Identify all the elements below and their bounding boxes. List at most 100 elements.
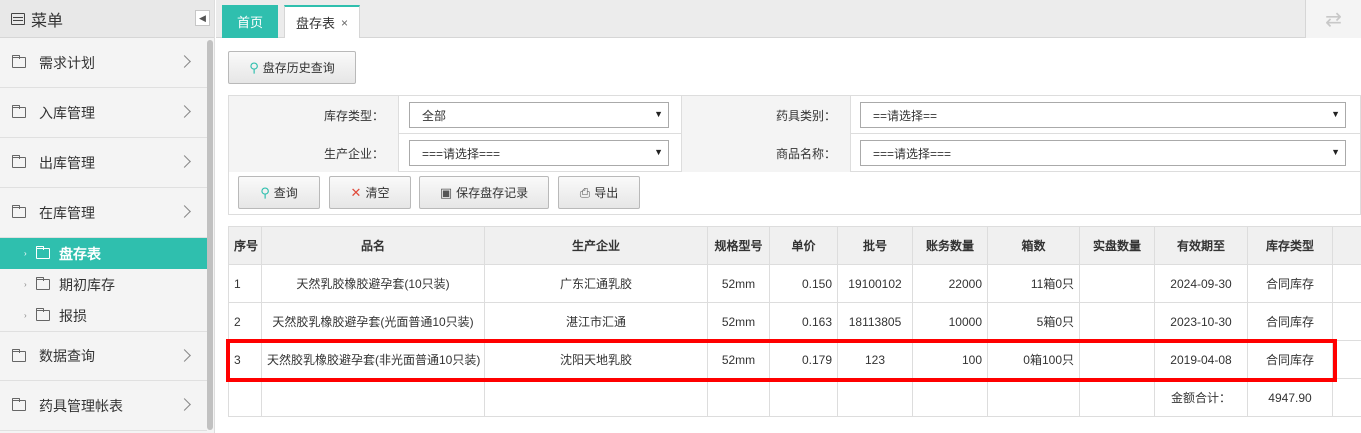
column-header[interactable]: 规格型号	[707, 226, 770, 265]
filter-row: 库存类型： 全部 ▼ 药具类别： ==请选择== ▼	[229, 96, 1360, 134]
button-label: 保存盘存记录	[456, 186, 529, 200]
product-name-select[interactable]: ===请选择=== ▼	[860, 140, 1346, 166]
chevron-right-icon	[178, 398, 191, 411]
nav-item-inventory[interactable]: 在库管理	[0, 188, 207, 238]
close-icon[interactable]: ×	[341, 16, 348, 30]
column-header[interactable]: 单价	[769, 226, 838, 265]
button-label: 查询	[273, 186, 298, 200]
cell-product-name: 天然胶乳橡胶避孕套(光面普通10只装)	[261, 302, 485, 341]
cell-empty	[707, 378, 770, 417]
cell-actual-qty[interactable]	[1079, 264, 1155, 303]
cell-manufacturer: 沈阳天地乳胶	[484, 340, 708, 379]
cell-batch: 19100102	[837, 264, 913, 303]
sidebar-scrollbar[interactable]	[207, 40, 213, 430]
caret-right-icon: ›	[24, 280, 27, 289]
cell-book-qty: 22000	[912, 264, 988, 303]
nav-item-demand-plan[interactable]: 需求计划	[0, 38, 207, 88]
cell-empty	[1079, 378, 1155, 417]
select-value: ===请选择===	[422, 146, 501, 161]
cell-actual-qty[interactable]	[1079, 340, 1155, 379]
nav-item-inbound[interactable]: 入库管理	[0, 88, 207, 138]
cell-spec: 52mm	[707, 264, 770, 303]
cell-product-name: 天然乳胶橡胶避孕套(10只装)	[261, 264, 485, 303]
folder-icon	[12, 398, 26, 411]
nav-item-label: 需求计划	[39, 54, 95, 71]
cell-expiry: 2023-10-30	[1154, 302, 1248, 341]
product-name-label: 商品名称：	[681, 134, 851, 172]
dropdown-arrow-icon: ▼	[654, 147, 663, 157]
tab-stocktake[interactable]: 盘存表 ×	[284, 5, 360, 38]
tab-bar: 首页 盘存表 × ⇄	[216, 0, 1361, 38]
filter-panel: 库存类型： 全部 ▼ 药具类别： ==请选择== ▼ 生产企业： ===请选择=…	[228, 95, 1361, 215]
column-header[interactable]: 生产企业	[484, 226, 708, 265]
sub-item-damage-report[interactable]: › 报损	[0, 300, 207, 331]
manufacturer-select[interactable]: ===请选择=== ▼	[409, 140, 669, 166]
nav-item-label: 在库管理	[39, 204, 95, 221]
select-value: ==请选择==	[873, 108, 938, 123]
clear-button[interactable]: ✕ 清空	[329, 176, 411, 209]
refresh-icon: ⇄	[1325, 8, 1342, 31]
table-total-row: 金额合计： 4947.90	[228, 378, 1361, 417]
stock-type-select[interactable]: 全部 ▼	[409, 102, 669, 128]
column-header[interactable]: 实盘数量	[1079, 226, 1155, 265]
table-header-row: 序号 品名 生产企业 规格型号 单价 批号 账务数量 箱数 实盘数量 有效期至 …	[228, 226, 1361, 265]
table-row[interactable]: 3 天然胶乳橡胶避孕套(非光面普通10只装) 沈阳天地乳胶 52mm 0.179…	[228, 340, 1361, 379]
chevron-right-icon	[178, 155, 191, 168]
stock-type-label: 库存类型：	[229, 96, 399, 134]
select-value: 全部	[422, 108, 447, 123]
nav-item-label: 出库管理	[39, 154, 95, 171]
export-button[interactable]: ⎙ 导出	[558, 176, 640, 209]
collapse-sidebar-button[interactable]: ◀	[195, 10, 210, 26]
cell-unit-price: 0.163	[769, 302, 838, 341]
select-value: ===请选择===	[873, 146, 952, 161]
category-select[interactable]: ==请选择== ▼	[860, 102, 1346, 128]
cell-manufacturer: 湛江市汇通	[484, 302, 708, 341]
column-header[interactable]: 有效期至	[1154, 226, 1248, 265]
column-header[interactable]: 序号	[228, 226, 262, 265]
cell-expiry: 2024-09-30	[1154, 264, 1248, 303]
table-row[interactable]: 1 天然乳胶橡胶避孕套(10只装) 广东汇通乳胶 52mm 0.150 1910…	[228, 264, 1361, 303]
cell-spacer	[1332, 378, 1361, 417]
menu-header: 菜单 ◀	[0, 0, 214, 38]
folder-icon	[12, 105, 26, 118]
folder-icon	[12, 348, 26, 362]
cell-empty	[987, 378, 1080, 417]
total-label: 金额合计：	[1154, 378, 1248, 417]
cell-actual-qty[interactable]	[1079, 302, 1155, 341]
column-header[interactable]: 品名	[261, 226, 485, 265]
cell-boxes: 11箱0只	[987, 264, 1080, 303]
chevron-right-icon	[178, 349, 191, 362]
cell-empty	[912, 378, 988, 417]
cell-stock-type: 合同库存	[1247, 302, 1333, 341]
cell-batch: 123	[837, 340, 913, 379]
nav-item-data-query[interactable]: 数据查询	[0, 331, 207, 381]
stocktake-history-button[interactable]: ⚲ 盘存历史查询	[228, 51, 356, 84]
folder-icon	[36, 277, 50, 290]
cell-index: 2	[228, 302, 262, 341]
cell-empty	[261, 378, 485, 417]
query-button[interactable]: ⚲ 查询	[238, 176, 320, 209]
total-value: 4947.90	[1247, 378, 1333, 417]
cell-spec: 52mm	[707, 302, 770, 341]
sub-item-stocktake[interactable]: › 盘存表	[0, 238, 207, 269]
column-header[interactable]: 箱数	[987, 226, 1080, 265]
nav-item-ledger[interactable]: 药具管理帐表	[0, 381, 207, 431]
cell-empty	[837, 378, 913, 417]
column-header[interactable]: 批号	[837, 226, 913, 265]
folder-open-icon	[12, 205, 26, 218]
cell-unit-price: 0.179	[769, 340, 838, 379]
column-header[interactable]: 库存类型	[1247, 226, 1333, 265]
refresh-button[interactable]: ⇄	[1305, 0, 1361, 38]
sub-item-opening-stock[interactable]: › 期初库存	[0, 269, 207, 300]
table-row[interactable]: 2 天然胶乳橡胶避孕套(光面普通10只装) 湛江市汇通 52mm 0.163 1…	[228, 302, 1361, 341]
save-stocktake-button[interactable]: ▣ 保存盘存记录	[419, 176, 549, 209]
column-header[interactable]: 账务数量	[912, 226, 988, 265]
sidebar: 菜单 ◀ 需求计划 入库管理 出库管理 在库管理 › 盘存表 › 期初库存 › …	[0, 0, 215, 433]
cell-expiry: 2019-04-08	[1154, 340, 1248, 379]
dropdown-arrow-icon: ▼	[1331, 147, 1340, 157]
folder-icon	[12, 55, 26, 68]
sub-item-label: 报损	[59, 307, 87, 324]
main-content: ⚲ 盘存历史查询 库存类型： 全部 ▼ 药具类别： ==请选择== ▼ 生产企业…	[216, 39, 1361, 433]
tab-home[interactable]: 首页	[222, 5, 278, 38]
nav-item-outbound[interactable]: 出库管理	[0, 138, 207, 188]
